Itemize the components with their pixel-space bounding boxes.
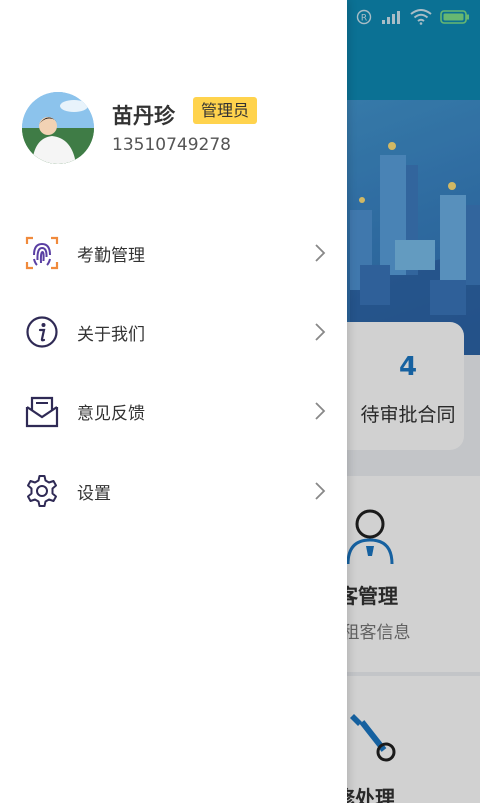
chevron-right-icon: [315, 402, 326, 420]
avatar[interactable]: [22, 92, 94, 164]
fingerprint-icon: [25, 236, 59, 270]
chevron-right-icon: [315, 244, 326, 262]
user-phone: 13510749278: [112, 135, 231, 155]
menu-label-about: 关于我们: [77, 325, 145, 345]
menu-label-feedback: 意见反馈: [77, 404, 145, 424]
menu-item-settings[interactable]: 设置: [0, 461, 347, 521]
menu-item-attendance[interactable]: 考勤管理: [0, 223, 347, 283]
gear-icon: [27, 475, 57, 507]
chevron-right-icon: [315, 482, 326, 500]
role-badge: 管理员: [193, 97, 258, 124]
menu-item-feedback[interactable]: 意见反馈: [0, 381, 347, 441]
avatar-photo: [22, 92, 94, 164]
chevron-right-icon: [315, 323, 326, 341]
user-name: 苗丹珍: [112, 104, 175, 128]
menu-label-attendance: 考勤管理: [77, 246, 145, 266]
info-icon: [26, 316, 58, 348]
menu-label-settings: 设置: [77, 484, 111, 504]
navigation-drawer: 苗丹珍 管理员 13510749278 考勤管理 关于我们 意见反馈 设置: [0, 0, 347, 803]
envelope-icon: [25, 396, 59, 428]
menu-item-about[interactable]: 关于我们: [0, 302, 347, 362]
